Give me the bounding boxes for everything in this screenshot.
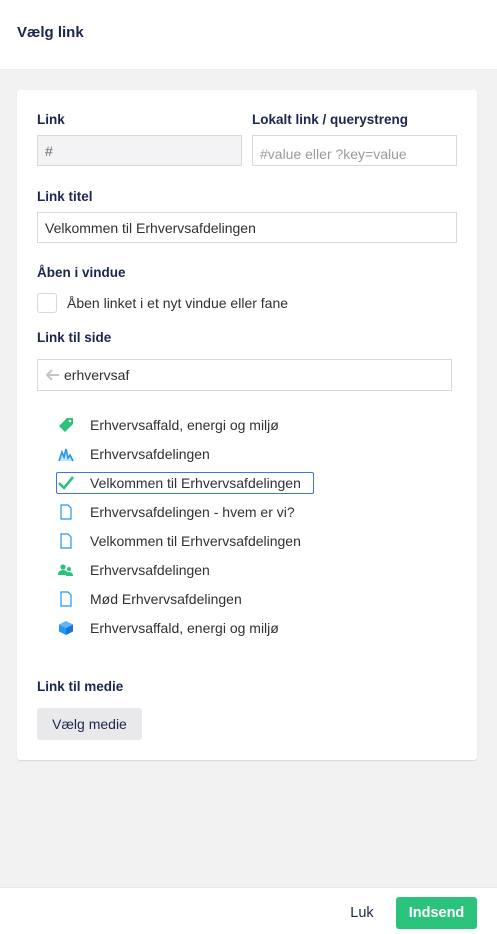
- result-item[interactable]: Erhvervsaffald, energi og miljø: [56, 414, 318, 436]
- result-label: Erhvervsaffald, energi og miljø: [90, 620, 279, 636]
- result-item[interactable]: Erhvervsaffald, energi og miljø: [56, 617, 318, 639]
- users-icon: [58, 564, 73, 576]
- result-label: Velkommen til Erhvervsafdelingen: [90, 475, 301, 491]
- link-title-label: Link titel: [37, 189, 93, 204]
- result-item[interactable]: Velkommen til Erhvervsafdelingen: [56, 530, 318, 552]
- result-label: Mød Erhvervsafdelingen: [90, 591, 242, 607]
- anchor-label: Lokalt link / querystreng: [252, 112, 409, 127]
- document-icon: [60, 533, 72, 549]
- check-icon: [58, 476, 74, 490]
- arrow-left-icon[interactable]: [46, 369, 60, 381]
- document-icon: [60, 504, 72, 520]
- choose-media-button[interactable]: Vælg medie: [37, 708, 142, 740]
- result-item-selected[interactable]: Velkommen til Erhvervsafdelingen: [56, 472, 314, 494]
- result-label: Erhvervsafdelingen: [90, 562, 210, 578]
- tag-icon: [59, 418, 73, 432]
- link-form-panel: Link # Lokalt link / querystreng Link ti…: [17, 90, 477, 760]
- result-item[interactable]: Erhvervsafdelingen: [56, 443, 318, 465]
- anchor-input[interactable]: [252, 135, 457, 166]
- link-url-field: #: [37, 135, 242, 166]
- result-label: Erhvervsafdelingen: [90, 446, 210, 462]
- result-item[interactable]: Erhvervsafdelingen: [56, 559, 318, 581]
- new-window-checkbox[interactable]: [37, 293, 57, 313]
- result-label: Erhvervsafdelingen - hvem er vi?: [90, 504, 295, 520]
- link-title-input[interactable]: Velkommen til Erhvervsafdelingen: [37, 212, 457, 243]
- result-label: Velkommen til Erhvervsafdelingen: [90, 533, 301, 549]
- content-search-input[interactable]: erhvervsaf: [37, 359, 452, 391]
- dialog-footer: Luk Indsend: [0, 887, 497, 934]
- link-label: Link: [37, 112, 65, 127]
- result-item[interactable]: Mød Erhvervsafdelingen: [56, 588, 318, 610]
- new-window-checkbox-label[interactable]: Åben linket i et nyt vindue eller fane: [67, 295, 288, 311]
- close-button[interactable]: Luk: [340, 897, 384, 929]
- link-to-media-label: Link til medie: [37, 679, 124, 694]
- box-icon: [59, 621, 73, 635]
- dialog-header: Vælg link: [0, 0, 497, 70]
- submit-button[interactable]: Indsend: [396, 897, 477, 929]
- dialog-title: Vælg link: [17, 24, 84, 41]
- chart-icon: [58, 448, 74, 462]
- search-query: erhvervsaf: [64, 367, 130, 383]
- result-item[interactable]: Erhvervsafdelingen - hvem er vi?: [56, 501, 318, 523]
- result-label: Erhvervsaffald, energi og miljø: [90, 417, 279, 433]
- link-to-page-label: Link til side: [37, 330, 112, 345]
- target-label: Åben i vindue: [37, 265, 126, 280]
- document-icon: [60, 591, 72, 607]
